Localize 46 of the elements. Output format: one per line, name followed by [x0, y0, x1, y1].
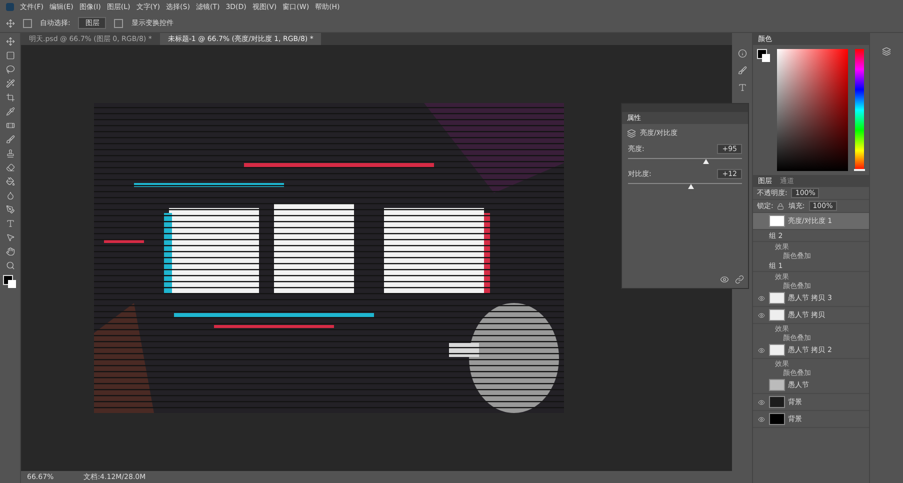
- eye-icon[interactable]: [758, 398, 764, 406]
- eye-icon[interactable]: [758, 416, 764, 422]
- droplet-icon[interactable]: [6, 191, 14, 200]
- eye-icon[interactable]: [758, 294, 764, 302]
- layer-thumbnail: [769, 344, 785, 356]
- paint-bucket-icon[interactable]: [6, 177, 14, 186]
- layer-thumbnail: [769, 215, 785, 227]
- hand-icon[interactable]: [6, 247, 14, 256]
- eye-icon[interactable]: [720, 275, 729, 284]
- hue-bar[interactable]: [855, 49, 864, 171]
- crop-icon[interactable]: [6, 93, 14, 102]
- color-field[interactable]: [777, 49, 848, 171]
- type-icon[interactable]: [6, 219, 14, 228]
- wand-icon[interactable]: [6, 79, 14, 88]
- zoom-icon[interactable]: [6, 261, 14, 270]
- move-icon[interactable]: [6, 18, 15, 28]
- bandage-icon[interactable]: [6, 121, 14, 130]
- layer-thumbnail: [769, 309, 785, 321]
- checkbox[interactable]: [114, 18, 124, 28]
- layer-thumbnail: [769, 292, 785, 304]
- adjustment-icon: [627, 128, 636, 138]
- color-swatch[interactable]: [3, 275, 17, 289]
- checkbox[interactable]: [23, 18, 32, 28]
- layer-thumbnail: [769, 379, 785, 391]
- layer-thumbnail: [769, 396, 785, 408]
- info-icon[interactable]: [738, 49, 746, 58]
- color-swatch[interactable]: [757, 49, 771, 63]
- layers-icon[interactable]: [882, 47, 891, 56]
- pointer-icon[interactable]: [6, 233, 14, 242]
- layer-thumbnail: [769, 413, 785, 425]
- lasso-icon[interactable]: [6, 65, 14, 74]
- eye-icon[interactable]: [758, 312, 764, 318]
- eraser-icon[interactable]: [6, 163, 14, 172]
- link-icon[interactable]: [735, 275, 744, 284]
- move-icon[interactable]: [6, 37, 14, 46]
- slider-thumb[interactable]: [702, 159, 709, 164]
- slider-thumb[interactable]: [688, 184, 694, 189]
- eye-icon[interactable]: [758, 346, 764, 354]
- eyedropper-icon[interactable]: [6, 107, 14, 116]
- lock-icon[interactable]: [777, 202, 784, 210]
- marquee-icon[interactable]: [6, 51, 14, 60]
- brush-icon[interactable]: [738, 66, 746, 75]
- type-icon[interactable]: [738, 83, 746, 92]
- stamp-icon[interactable]: [6, 149, 14, 158]
- pen-icon[interactable]: [6, 205, 14, 214]
- brush-icon[interactable]: [6, 135, 14, 144]
